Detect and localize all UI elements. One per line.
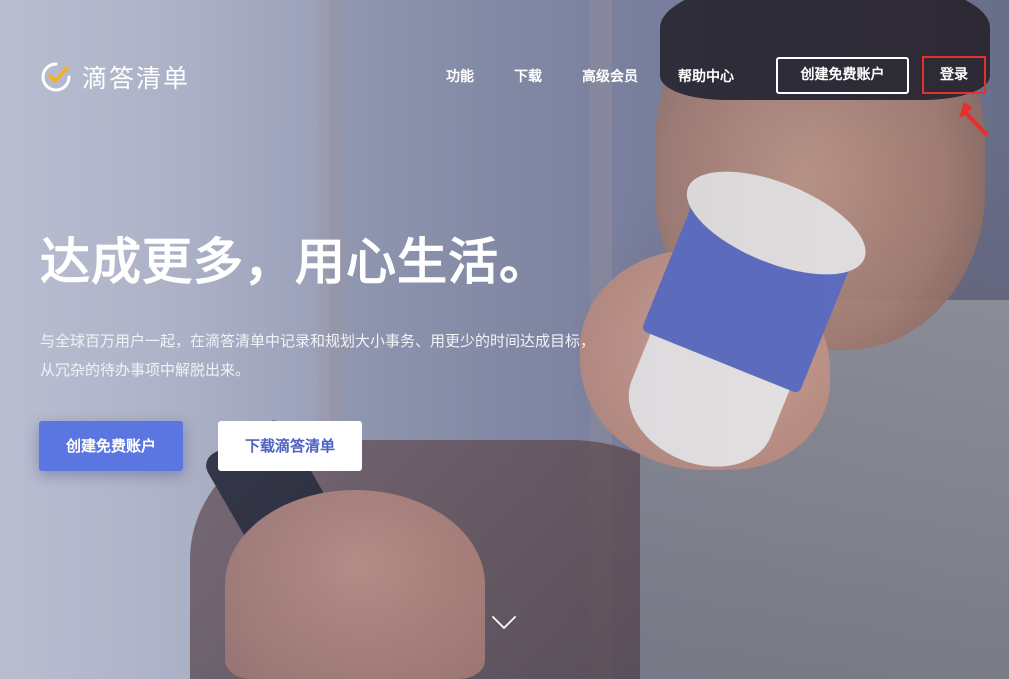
nav-item-features[interactable]: 功能 xyxy=(446,66,474,86)
checkmark-clock-icon xyxy=(41,62,71,92)
site-header: 滴答清单 功能 下载 高级会员 帮助中心 创建免费账户 登录 xyxy=(0,0,1009,150)
hero-description: 与全球百万用户一起，在滴答清单中记录和规划大小事务、用更少的时间达成目标， 从冗… xyxy=(40,327,650,385)
create-account-button[interactable]: 创建免费账户 xyxy=(776,57,909,94)
nav-item-help-center[interactable]: 帮助中心 xyxy=(678,66,734,86)
create-free-account-button[interactable]: 创建免费账户 xyxy=(39,421,183,471)
nav-item-download[interactable]: 下载 xyxy=(514,66,542,86)
login-button[interactable]: 登录 xyxy=(924,58,984,92)
hero-description-line: 从冗杂的待办事项中解脱出来。 xyxy=(40,361,251,379)
download-app-button[interactable]: 下载滴答清单 xyxy=(218,421,362,471)
chevron-down-icon[interactable] xyxy=(491,615,517,631)
hero-title: 达成更多，用心生活。 xyxy=(40,233,550,291)
brand-logo[interactable]: 滴答清单 xyxy=(40,59,190,95)
nav-item-premium[interactable]: 高级会员 xyxy=(582,66,638,86)
login-highlight-box: 登录 xyxy=(922,56,986,94)
main-nav: 功能 下载 高级会员 帮助中心 xyxy=(446,66,774,86)
brand-name: 滴答清单 xyxy=(82,64,191,93)
red-arrow-icon xyxy=(959,102,989,137)
hero-description-line: 与全球百万用户一起，在滴答清单中记录和规划大小事务、用更少的时间达成目标， xyxy=(40,332,596,350)
